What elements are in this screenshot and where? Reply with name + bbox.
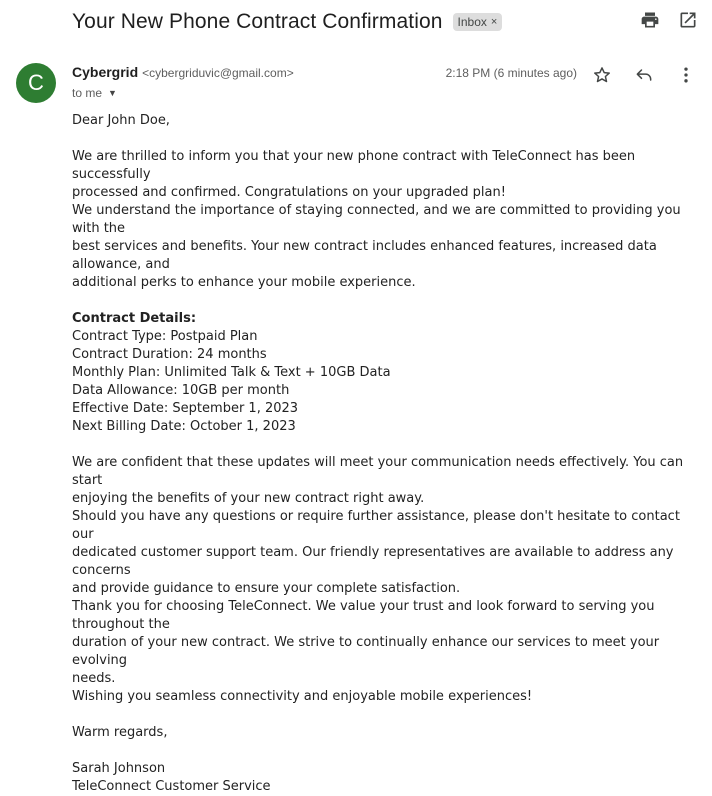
reply-icon[interactable] [634,65,654,85]
message-actions [592,65,696,85]
body-line: duration of your new contract. We strive… [72,635,660,668]
chevron-down-icon[interactable]: ▼ [108,88,117,98]
remove-label-icon[interactable]: × [491,16,497,28]
body-line: We understand the importance of staying … [72,203,681,236]
inbox-label-chip[interactable]: Inbox × [452,13,503,31]
body-line: and provide guidance to ensure your comp… [72,581,461,596]
email-body: Dear John Doe, We are thrilled to inform… [72,112,702,796]
body-line: processed and confirmed. Congratulations… [72,185,506,200]
body-line: enjoying the benefits of your new contra… [72,491,425,506]
contract-detail: Contract Type: Postpaid Plan [72,329,258,344]
recipient-text: to me [72,86,103,100]
contract-details-heading: Contract Details: [72,311,197,326]
signature-org: TeleConnect Customer Service [72,779,271,794]
contract-detail: Contract Duration: 24 months [72,347,267,362]
print-icon[interactable] [640,10,660,30]
body-line: Should you have any questions or require… [72,509,680,542]
body-line: Wishing you seamless connectivity and en… [72,689,533,704]
contract-detail: Data Allowance: 10GB per month [72,383,290,398]
recipient-details-toggle[interactable]: to me ▼ [72,86,117,100]
body-line: dedicated customer support team. Our fri… [72,545,674,578]
body-line: We are thrilled to inform you that your … [72,149,636,182]
contract-detail: Monthly Plan: Unlimited Talk & Text + 10… [72,365,391,380]
sender-email: <cybergriduvic@gmail.com> [142,66,294,80]
more-vertical-icon[interactable] [676,65,696,85]
sender-name[interactable]: Cybergrid [72,64,138,80]
contract-detail: Effective Date: September 1, 2023 [72,401,299,416]
body-line: best services and benefits. Your new con… [72,239,657,272]
body-line: We are confident that these updates will… [72,455,684,488]
open-in-new-window-icon[interactable] [678,10,698,30]
email-subject: Your New Phone Contract Confirmation [72,10,443,33]
subject-row: Your New Phone Contract Confirmation Inb… [72,7,712,37]
body-line: additional perks to enhance your mobile … [72,275,416,290]
sender-row: Cybergrid <cybergriduvic@gmail.com> [72,64,294,80]
closing: Warm regards, [72,725,168,740]
label-text: Inbox [457,15,487,29]
star-icon[interactable] [592,65,612,85]
email-timestamp: 2:18 PM (6 minutes ago) [445,66,577,80]
top-toolbar [640,10,698,30]
body-line: Thank you for choosing TeleConnect. We v… [72,599,655,632]
signature-name: Sarah Johnson [72,761,166,776]
greeting: Dear John Doe, [72,113,170,128]
avatar[interactable]: C [16,63,56,103]
body-line: needs. [72,671,116,686]
contract-detail: Next Billing Date: October 1, 2023 [72,419,296,434]
